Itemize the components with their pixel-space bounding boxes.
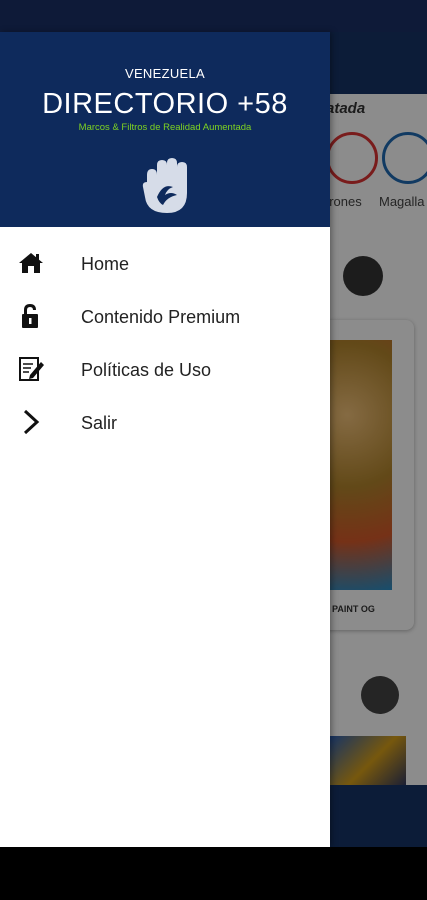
home-icon xyxy=(19,253,43,273)
chevron-right-icon xyxy=(23,409,40,435)
hand-logo-icon xyxy=(142,158,187,213)
menu-item-premium[interactable]: Contenido Premium xyxy=(0,290,330,343)
menu-item-exit[interactable]: Salir xyxy=(0,396,330,449)
menu-item-policies[interactable]: Políticas de Uso xyxy=(0,343,330,396)
header-country: VENEZUELA xyxy=(124,66,205,81)
document-edit-icon xyxy=(19,357,44,381)
app-title: DIRECTORIO +58 xyxy=(42,88,288,120)
app-subtitle: Marcos & Filtros de Realidad Aumentada xyxy=(78,122,252,133)
drawer-header: VENEZUELA DIRECTORIO +58 Marcos & Filtro… xyxy=(0,32,330,227)
unlock-icon xyxy=(22,304,38,328)
menu-item-label: Home xyxy=(81,254,130,274)
system-navigation-bar xyxy=(0,847,427,900)
menu-item-label: Políticas de Uso xyxy=(81,360,212,380)
navigation-drawer: VENEZUELA DIRECTORIO +58 Marcos & Filtro… xyxy=(0,32,330,847)
menu-item-home[interactable]: Home xyxy=(0,237,330,290)
drawer-menu: Home Contenido Premium Políticas de Uso xyxy=(0,237,330,449)
menu-item-label: Salir xyxy=(81,413,118,433)
menu-item-label: Contenido Premium xyxy=(81,307,241,327)
status-bar xyxy=(0,0,427,32)
